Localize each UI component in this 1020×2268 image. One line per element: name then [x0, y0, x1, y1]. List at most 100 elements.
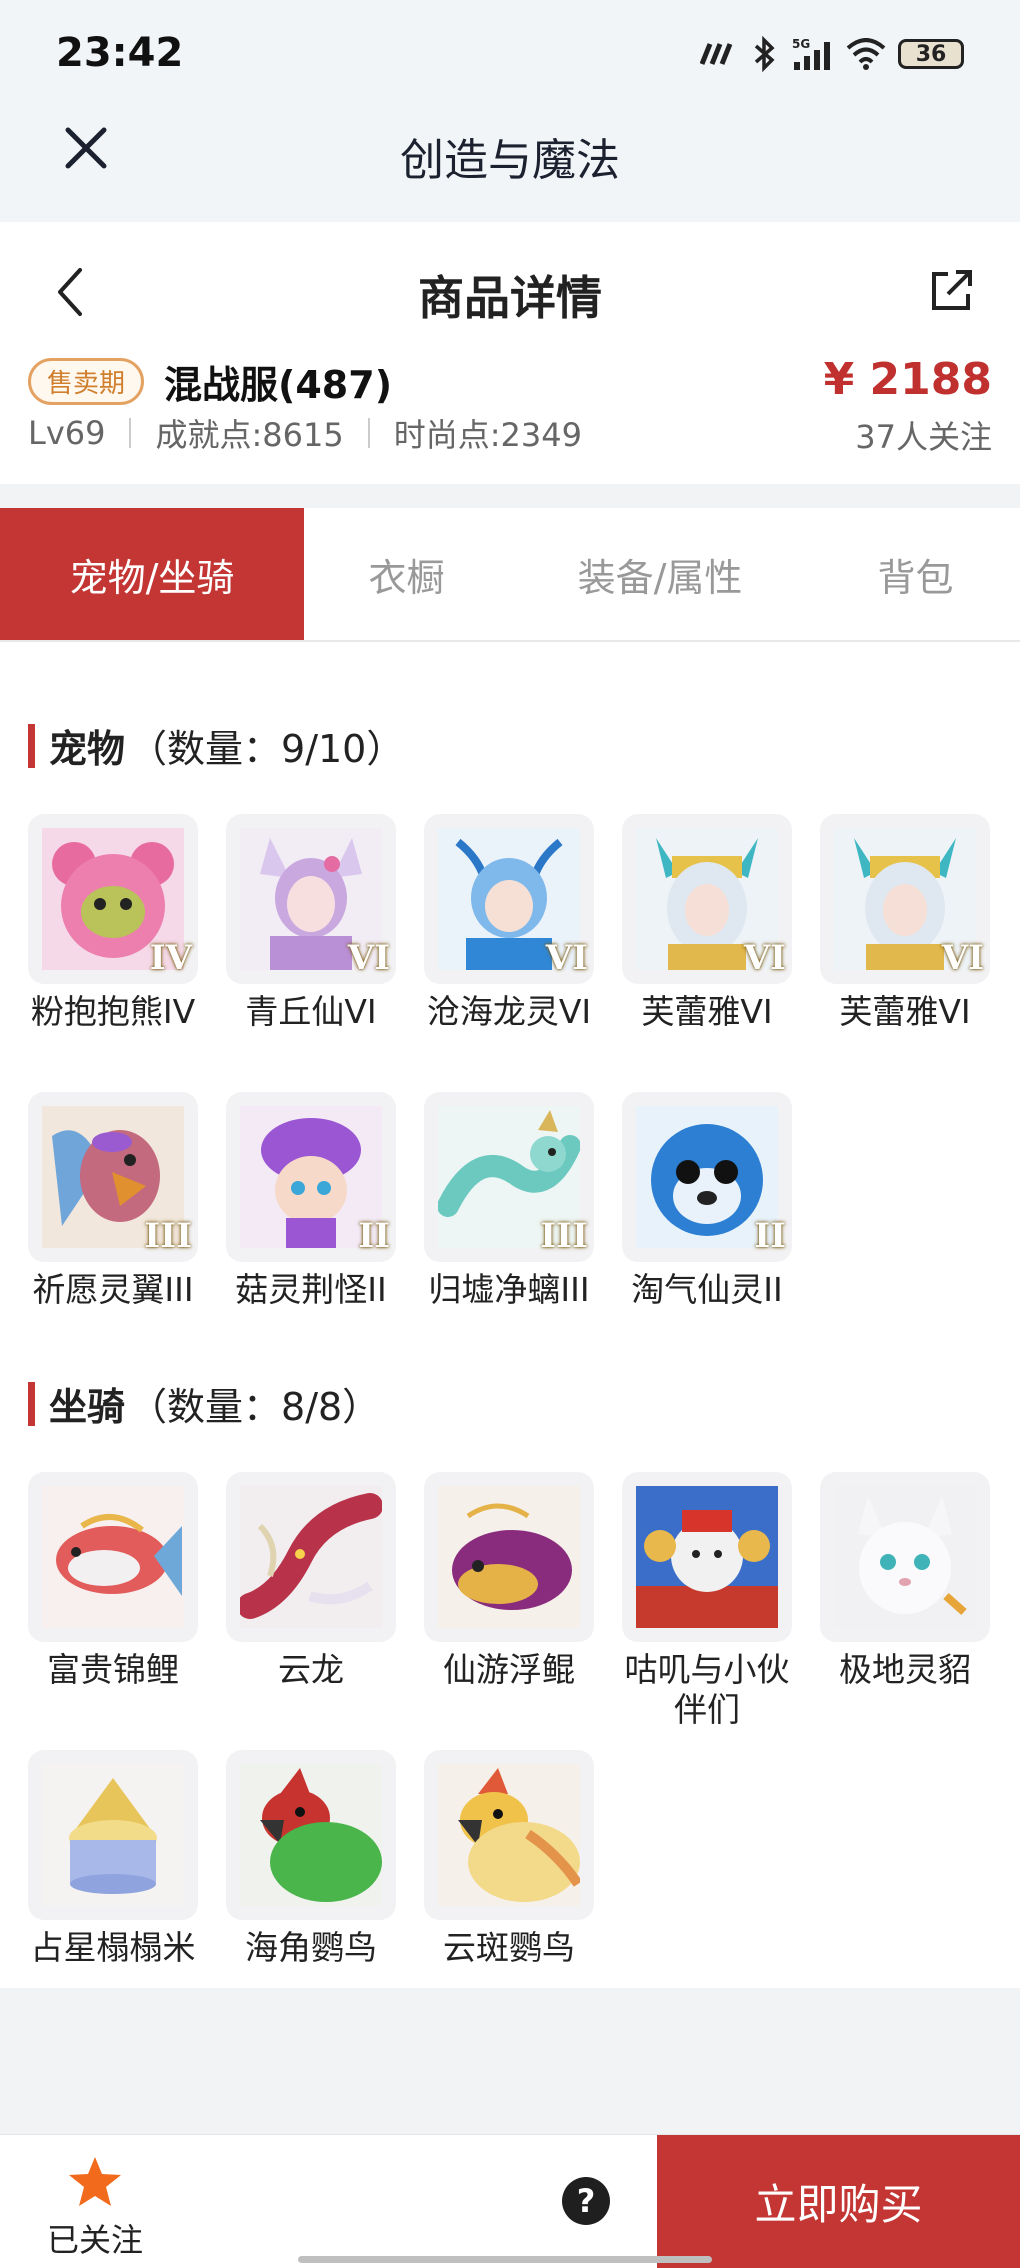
page-bottom-spacer: [0, 1988, 1020, 2134]
bluetooth-icon: [754, 36, 775, 72]
tab-equipment[interactable]: 装备/属性: [509, 508, 811, 640]
server-name: 混战服(487): [164, 363, 393, 407]
tab-bar: 宠物/坐骑 衣橱 装备/属性 背包: [0, 508, 1020, 642]
pet-item[interactable]: VI 芙蕾雅VI: [622, 814, 792, 1032]
mounts-section-title: 坐骑 （数量：8/8）: [28, 1376, 380, 1431]
astrology-mat-icon: [42, 1764, 184, 1906]
status-bar: 23:42 5G 36: [0, 0, 1020, 110]
mount-item[interactable]: 咕叽与小伙伴们: [622, 1472, 792, 1730]
section-marker: [28, 1381, 35, 1426]
status-time: 23:42: [56, 30, 184, 76]
wifi-icon: [846, 38, 886, 70]
follow-button[interactable]: 已关注: [30, 2155, 160, 2259]
grade-badge: VI: [545, 938, 588, 978]
tab-wardrobe[interactable]: 衣橱: [304, 508, 509, 640]
battery-icon: 36: [898, 39, 964, 69]
pet-item[interactable]: VI 芙蕾雅VI: [820, 814, 990, 1032]
share-button[interactable]: [926, 266, 976, 316]
pet-name: 淘气仙灵II: [631, 1270, 783, 1309]
carrier-icon: [700, 43, 733, 65]
bottom-action-bar: 已关注 ? 立即购买: [0, 2134, 1020, 2268]
divider: [367, 418, 370, 448]
share-icon: [932, 270, 972, 310]
pet-item[interactable]: IV 粉抱抱熊IV: [28, 814, 198, 1032]
pet-name: 青丘仙VI: [245, 992, 377, 1031]
polar-marten-icon: [834, 1486, 976, 1628]
achievement-points: 成就点:8615: [155, 416, 344, 454]
pet-name: 祈愿灵翼III: [32, 1270, 194, 1309]
mount-item[interactable]: 云斑鹦鸟: [424, 1750, 594, 1968]
cloud-dragon-icon: [237, 1486, 383, 1628]
pet-name: 归墟净螭III: [428, 1270, 590, 1309]
divider: [129, 418, 132, 448]
grade-badge: VI: [743, 938, 786, 978]
mount-name: 占星榻榻米: [30, 1928, 196, 1967]
pet-item[interactable]: III 祈愿灵翼III: [28, 1092, 198, 1310]
pet-name: 沧海龙灵VI: [426, 992, 592, 1031]
level: Lv69: [28, 414, 106, 452]
mount-item[interactable]: 海角鹦鸟: [226, 1750, 396, 1968]
mount-name: 富贵锦鲤: [47, 1650, 179, 1689]
product-meta: Lv69 成就点:8615 时尚点:2349: [28, 410, 582, 456]
mount-name: 海角鹦鸟: [245, 1928, 377, 1967]
pets-section: 宠物 （数量：9/10） IV 粉抱抱熊IV VI 青丘仙VI VI 沧海龙灵V…: [0, 642, 1020, 1322]
tab-bag[interactable]: 背包: [811, 508, 1020, 640]
svg-text:5G: 5G: [792, 37, 810, 51]
app-title: 创造与魔法: [400, 135, 620, 186]
guji-friends-icon: [636, 1486, 778, 1628]
sale-status-badge: 售卖期: [28, 358, 145, 405]
follower-count: 37人关注: [855, 418, 992, 456]
buy-now-button[interactable]: 立即购买: [657, 2135, 1020, 2268]
pet-item[interactable]: VI 青丘仙VI: [226, 814, 396, 1032]
mount-item[interactable]: 富贵锦鲤: [28, 1472, 198, 1690]
pet-name: 芙蕾雅VI: [839, 992, 971, 1031]
grade-badge: IV: [149, 938, 192, 978]
pets-title: 宠物: [49, 727, 126, 771]
pets-count: （数量：9/10）: [129, 727, 405, 771]
grade-badge: III: [540, 1216, 588, 1256]
grade-badge: VI: [941, 938, 984, 978]
mount-name: 极地灵貂: [839, 1650, 971, 1689]
mount-item[interactable]: 仙游浮鲲: [424, 1472, 594, 1690]
mount-name: 云龙: [278, 1650, 344, 1689]
pet-name: 菇灵荆怪II: [235, 1270, 387, 1309]
pet-name: 芙蕾雅VI: [641, 992, 773, 1031]
signal-icon: 5G: [792, 37, 830, 70]
mounts-count: （数量：8/8）: [129, 1385, 381, 1429]
app-title-bar: 创造与魔法: [0, 110, 1020, 222]
follow-label: 已关注: [46, 2221, 143, 2259]
status-icons: 5G 36: [700, 36, 964, 72]
nav-bar: 商品详情: [0, 222, 1020, 354]
grade-badge: VI: [347, 938, 390, 978]
tab-pets-mounts[interactable]: 宠物/坐骑: [0, 508, 304, 640]
mount-name: 咕叽与小伙伴们: [624, 1650, 790, 1729]
pet-item[interactable]: II 菇灵荆怪II: [226, 1092, 396, 1310]
grade-badge: II: [754, 1216, 786, 1256]
section-marker: [28, 723, 35, 768]
product-info: 售卖期 混战服(487) ¥ 2188 Lv69 成就点:8615 时尚点:23…: [0, 354, 1020, 484]
star-icon: [69, 2157, 121, 2206]
yellow-parrot-icon: [438, 1764, 583, 1906]
help-button[interactable]: ?: [562, 2177, 610, 2225]
mount-name: 云斑鹦鸟: [443, 1928, 575, 1967]
mount-name: 仙游浮鲲: [443, 1650, 575, 1689]
page-title: 商品详情: [418, 271, 602, 325]
price: ¥ 2188: [823, 354, 992, 405]
mounts-section: 坐骑 （数量：8/8） 富贵锦鲤 云龙 仙游浮鲲 咕叽与小伙伴们 极地灵貂 占星…: [0, 1322, 1020, 1988]
pet-item[interactable]: II 淘气仙灵II: [622, 1092, 792, 1310]
grade-badge: II: [358, 1216, 390, 1256]
floating-whale-icon: [438, 1486, 580, 1628]
pets-section-title: 宠物 （数量：9/10）: [28, 718, 404, 773]
mount-item[interactable]: 极地灵貂: [820, 1472, 990, 1690]
pet-item[interactable]: VI 沧海龙灵VI: [424, 814, 594, 1032]
mounts-title: 坐骑: [49, 1385, 126, 1429]
mount-item[interactable]: 云龙: [226, 1472, 396, 1690]
mount-item[interactable]: 占星榻榻米: [28, 1750, 198, 1968]
fashion-points: 时尚点:2349: [393, 416, 582, 454]
divider: [0, 484, 1020, 508]
pet-item[interactable]: III 归墟净螭III: [424, 1092, 594, 1310]
green-parrot-icon: [240, 1764, 382, 1906]
home-indicator: [298, 2256, 712, 2263]
grade-badge: III: [144, 1216, 192, 1256]
koi-fish-icon: [42, 1486, 184, 1628]
